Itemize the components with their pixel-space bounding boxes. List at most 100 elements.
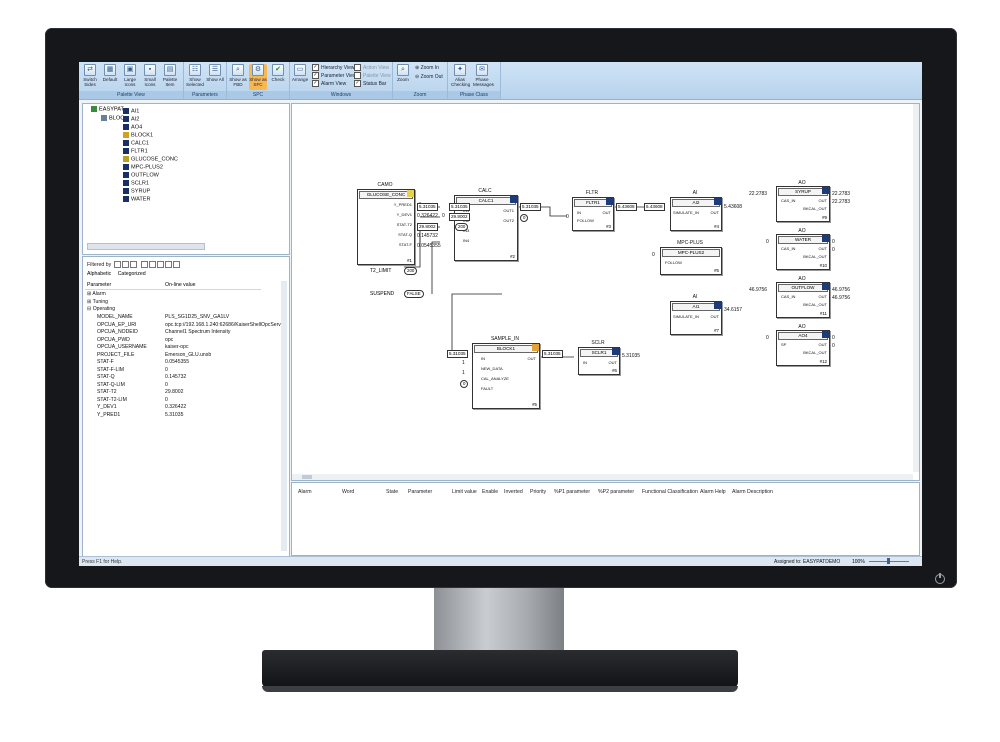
column-inverted[interactable]: Inverted — [504, 489, 523, 495]
column-alarm-help[interactable]: Alarm Help — [700, 489, 726, 495]
column-word[interactable]: Word — [342, 489, 354, 495]
show-selected-button[interactable]: ☷ Show Selected — [186, 64, 204, 87]
tab-categorized[interactable]: Categorized — [118, 271, 146, 277]
block-ao-water[interactable]: AO WATER CAS_IN OUT BKCAL_OUT #10 — [774, 228, 830, 272]
parameter-table-header: Parameter On-line value — [85, 281, 261, 290]
status-bar-check[interactable]: ✓ Status Bar — [354, 80, 386, 87]
block-ao-outflow[interactable]: AO OUTFLOW CAS_IN OUT BKCAL_OUT #11 — [774, 276, 830, 320]
table-row[interactable]: STAT-T2 29.8002 — [97, 389, 183, 397]
tree-item[interactable]: WATER — [123, 196, 151, 203]
tree-item[interactable]: SCLR1 — [123, 180, 149, 187]
switch-sides-button[interactable]: ⇄ Switch Sides — [81, 64, 99, 87]
block-sample-in[interactable]: SAMPLE_IN BLOCK1 IN NEW_DATA CAL_ANALYZE… — [470, 336, 540, 412]
filter-toggle[interactable] — [140, 261, 148, 268]
column-enable[interactable]: Enable — [482, 489, 498, 495]
tree-item[interactable]: AI2 — [123, 116, 139, 123]
column-parameter[interactable]: Parameter — [87, 282, 111, 288]
filter-toggle[interactable] — [121, 261, 129, 268]
tree-item[interactable]: AO4 — [123, 124, 142, 131]
block-sclr[interactable]: SCLR SCLR1 IN OUT #6 — [576, 340, 620, 376]
block-body: AI1 SIMULATE_IN OUT #7 — [670, 301, 722, 335]
block-ao-ao4[interactable]: AO AO4 SP OUT BKCAL_OUT #12 — [774, 324, 830, 368]
table-row[interactable]: STAT-T2-LIM 0 — [97, 397, 168, 405]
column-p2-parameter[interactable]: %P2 parameter — [598, 489, 634, 495]
palette-view-check[interactable]: Palette View — [354, 72, 391, 79]
tree-item[interactable]: MPC-PLUS2 — [123, 164, 163, 171]
block-ao-syrup[interactable]: AO SYRUP CAS_IN OUT BKCAL_OUT #9 — [774, 180, 830, 224]
block-ai2[interactable]: AI AI2 SIMULATE_IN OUT #4 — [668, 190, 722, 232]
column-parameter[interactable]: Parameter — [408, 489, 432, 495]
table-row[interactable]: STAT-Q-LIM 0 — [97, 382, 168, 390]
tree-item[interactable]: OUTFLOW — [123, 172, 159, 179]
filter-toggle[interactable] — [129, 261, 137, 268]
large-icons-button[interactable]: ▣ Large Icons — [121, 64, 139, 87]
table-row[interactable]: Y_PRED1 5.31035 — [97, 412, 183, 420]
palette-item-button[interactable]: ▤ Palette Item — [161, 64, 179, 87]
zoom-out-button[interactable]: ⊖ Zoom Out — [415, 74, 443, 80]
group-tuning[interactable]: ⊞ Tuning — [87, 299, 108, 307]
power-icon[interactable] — [935, 573, 945, 584]
tree-item[interactable]: FLTR1 — [123, 148, 148, 155]
phase-messages-button[interactable]: ✉ Phase Messages — [473, 64, 494, 87]
table-row[interactable]: STAT-F 0.0545355 — [97, 359, 189, 367]
table-row[interactable]: STAT-F-LIM 0 — [97, 367, 168, 375]
show-as-sfc-button[interactable]: ⚙ Show as SFC — [249, 64, 267, 90]
filter-toggle[interactable] — [172, 261, 180, 268]
zoom-button[interactable]: ⌕ Zoom — [394, 64, 412, 82]
tab-alphabetic[interactable]: Alphabetic — [87, 271, 111, 277]
block-fltr[interactable]: FLTR FLTR1 IN FOLLOW OUT #3 — [570, 190, 614, 232]
table-row[interactable]: OPCUA_EP_URI opc.tcp://192.168.1.240:6268… — [97, 322, 285, 330]
column-alarm-description[interactable]: Alarm Description — [732, 489, 773, 495]
parameter-scrollbar[interactable] — [281, 281, 287, 551]
arrange-button[interactable]: ▭ Arrange — [291, 64, 309, 82]
column-priority[interactable]: Priority — [530, 489, 546, 495]
column-state[interactable]: State — [386, 489, 398, 495]
tag-suspend[interactable]: SUSPEND — [370, 291, 394, 297]
group-operating[interactable]: ⊟ Operating — [87, 306, 115, 314]
filter-toggle[interactable] — [164, 261, 172, 268]
table-row[interactable]: OPCUA_NODEID Channel1 Spectrum Intensity — [97, 329, 230, 337]
block-ai1[interactable]: AI AI1 SIMULATE_IN OUT #7 — [668, 294, 722, 336]
hierarchy-view-check[interactable]: ✓ Hierarchy View — [312, 64, 355, 71]
alarm-view-check[interactable]: ✓ Alarm View — [312, 80, 346, 87]
table-row[interactable]: STAT-Q 0.145732 — [97, 374, 186, 382]
default-button[interactable]: ▦ Default — [101, 64, 119, 82]
diagram-vertical-scrollbar[interactable] — [913, 104, 919, 472]
column-alarm[interactable]: Alarm — [298, 489, 312, 495]
parameter-view-check[interactable]: ✓ Parameter View — [312, 72, 356, 79]
table-row[interactable]: OPCUA_USERNAME kaiser-opc — [97, 344, 189, 352]
tree-node-bloc[interactable]: BLOC — [101, 115, 124, 121]
tree-item[interactable]: AI1 — [123, 108, 139, 115]
group-alarm[interactable]: ⊞ Alarm — [87, 291, 106, 299]
table-row[interactable]: PROJECT_FILE Emerson_GLU.unsb — [97, 352, 211, 360]
column-functional-classification[interactable]: Functional Classification — [642, 489, 698, 495]
show-all-button[interactable]: ☰ Show All — [206, 64, 224, 82]
column-limit-value[interactable]: Limit value — [452, 489, 477, 495]
alias-checking-button[interactable]: ✦ Alias Checking — [451, 64, 470, 87]
tree-item[interactable]: CALC1 — [123, 140, 149, 147]
table-row[interactable]: MODEL_NAME PLS_SG1D25_SNV_GA1LV — [97, 314, 229, 322]
show-as-fbd-button[interactable]: ⌕ Show as FBD — [229, 64, 247, 87]
diagram-horizontal-scrollbar[interactable] — [292, 474, 913, 480]
tree-item[interactable]: SYRUP — [123, 188, 150, 195]
scroll-thumb[interactable] — [302, 475, 312, 479]
tag-t2-limit[interactable]: T2_LIMIT — [370, 268, 391, 274]
tree-horizontal-scrollbar[interactable] — [87, 243, 205, 250]
filter-toggle[interactable] — [148, 261, 156, 268]
block-mpc-plus[interactable]: MPC-PLUS MPC-PLUS2 FOLLOW #5 — [658, 240, 722, 276]
block-camo[interactable]: CAMO GLUCOSE_CONC Y_PRED1 Y_DEV1 STAT-T2… — [355, 182, 415, 268]
table-row[interactable]: OPCUA_PWD opc — [97, 337, 173, 345]
filter-toggle[interactable] — [156, 261, 164, 268]
column-p1-parameter[interactable]: %P1 parameter — [554, 489, 590, 495]
tree-root[interactable]: EASYPAT — [91, 106, 124, 112]
filter-toggle[interactable] — [113, 261, 121, 268]
small-icons-button[interactable]: ▪ Small Icons — [141, 64, 159, 87]
table-row[interactable]: Y_DEV1 0.326422 — [97, 404, 186, 412]
zoom-slider-thumb[interactable] — [887, 558, 890, 564]
action-view-check[interactable]: Action View — [354, 64, 389, 71]
column-online-value[interactable]: On-line value — [165, 282, 196, 288]
zoom-in-button[interactable]: ⊕ Zoom In — [415, 65, 439, 71]
tree-item[interactable]: BLOCK1 — [123, 132, 153, 139]
check-button[interactable]: ✔ Check — [269, 64, 287, 82]
tree-item[interactable]: GLUCOSE_CONC — [123, 156, 178, 163]
